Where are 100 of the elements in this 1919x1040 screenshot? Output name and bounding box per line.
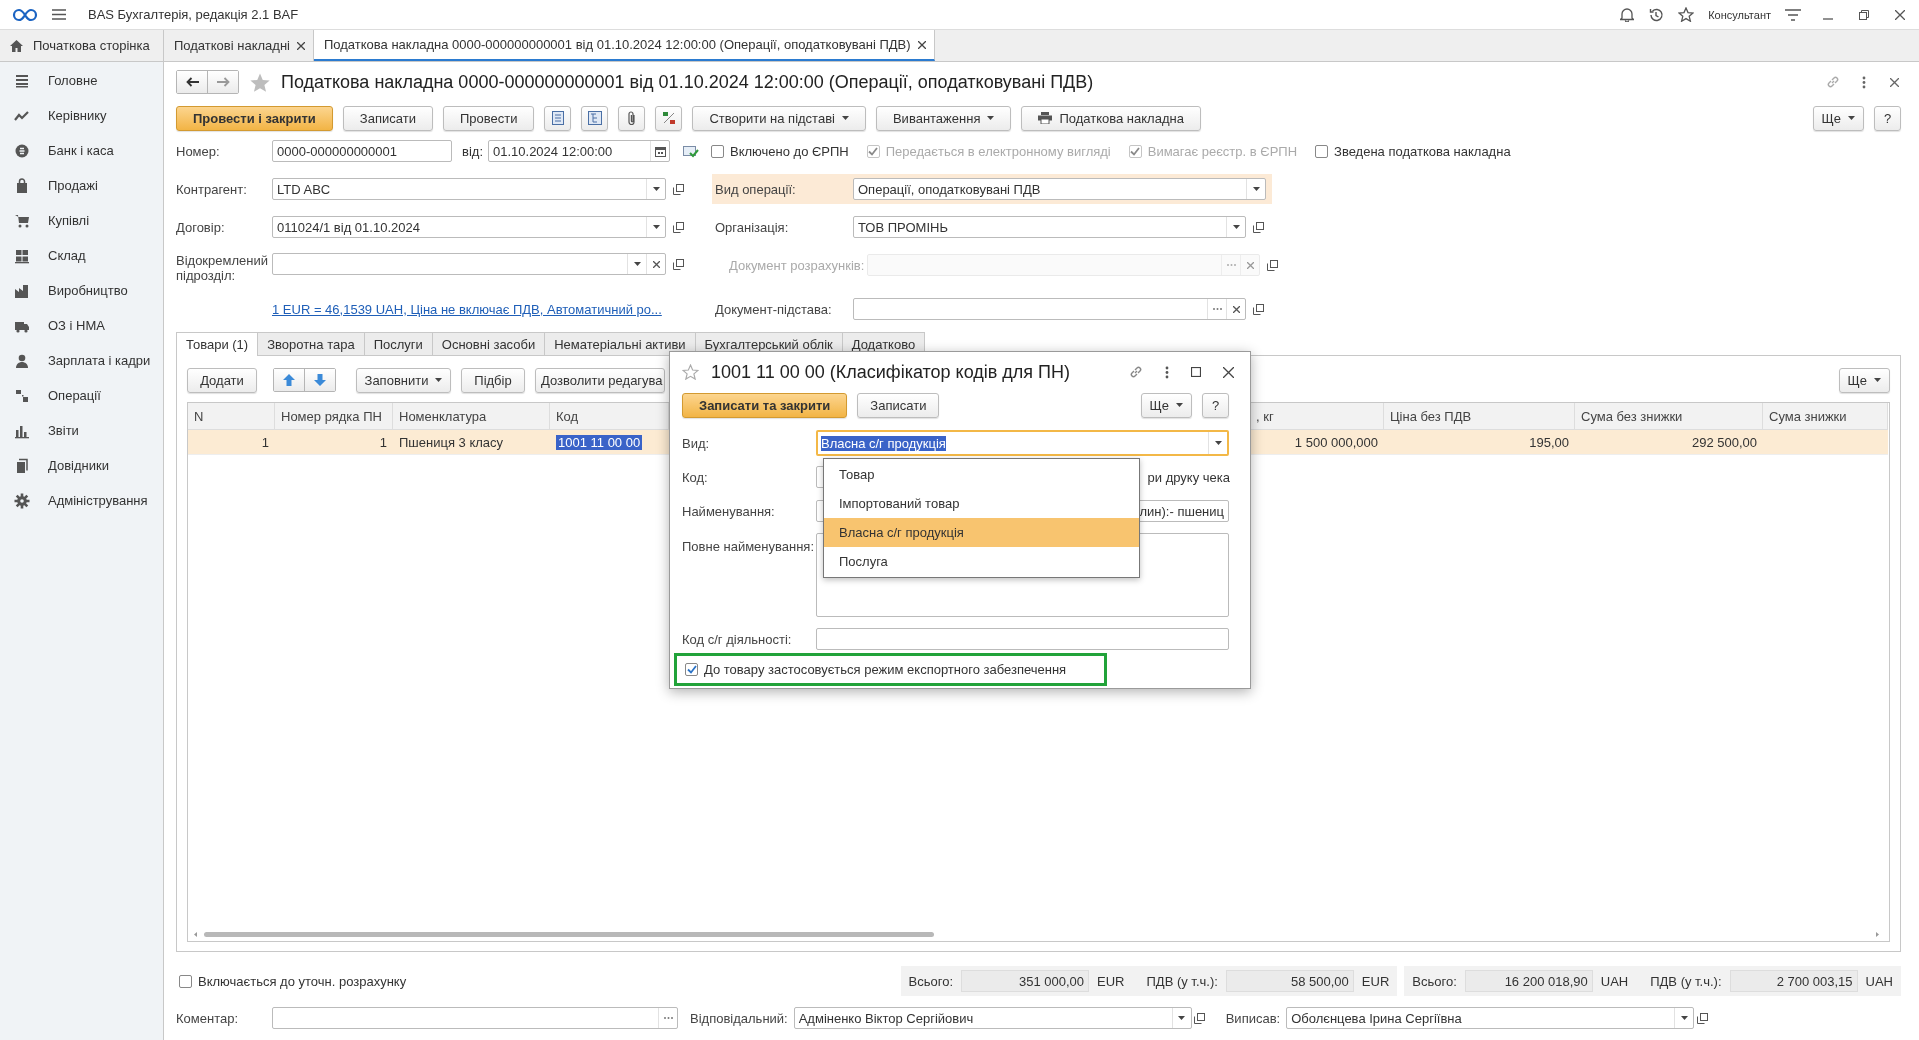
- open-icon[interactable]: [1696, 1012, 1708, 1024]
- input-field[interactable]: LTD ABC: [272, 178, 666, 200]
- settings-icon[interactable]: [1785, 8, 1801, 21]
- checkbox[interactable]: [711, 144, 724, 158]
- input-field[interactable]: 011024/1 від 01.10.2024: [272, 216, 666, 238]
- restore-icon[interactable]: [1859, 9, 1869, 20]
- column-header[interactable]: Сума знижки: [1763, 403, 1888, 430]
- toolbar-button[interactable]: Записати: [342, 105, 433, 131]
- input-field[interactable]: Операції, оподатковувані ПДВ: [853, 178, 1266, 200]
- input-field[interactable]: Оболєнцева Ірина Сергіївна: [1286, 1007, 1695, 1029]
- logo-icon[interactable]: [12, 7, 38, 22]
- toolbar-button[interactable]: Дозволити редагува: [535, 367, 665, 393]
- sidebar-item[interactable]: Звіти: [0, 413, 163, 448]
- input-field[interactable]: ТОВ ПРОМІНЬ: [853, 216, 1246, 238]
- sidebar-item[interactable]: ОЗ і НМА: [0, 308, 163, 343]
- sidebar-item[interactable]: Довідники: [0, 448, 163, 483]
- tab[interactable]: Основні засоби: [431, 332, 546, 355]
- open-icon[interactable]: [672, 221, 684, 233]
- star-icon[interactable]: [1678, 7, 1695, 22]
- window-tab[interactable]: Початкова сторінка: [0, 30, 164, 61]
- save-button[interactable]: Записати: [857, 392, 940, 418]
- caret-icon[interactable]: [652, 187, 660, 191]
- caret-icon[interactable]: [987, 116, 995, 120]
- input-field[interactable]: [853, 298, 1246, 320]
- caret-icon[interactable]: [1232, 225, 1240, 229]
- checked-document-icon[interactable]: [683, 144, 699, 158]
- window-tab[interactable]: Податкові накладні: [164, 30, 314, 61]
- input-field[interactable]: Адміненко Віктор Сергійович: [793, 1007, 1192, 1029]
- caret-icon[interactable]: [1178, 1016, 1186, 1020]
- close-icon[interactable]: [1890, 77, 1899, 87]
- caret-icon[interactable]: [1848, 116, 1855, 120]
- dropdown-option[interactable]: Імпортований товар: [824, 489, 1139, 518]
- caret-icon[interactable]: [841, 116, 849, 120]
- caret-icon[interactable]: [1176, 403, 1183, 407]
- user-name[interactable]: Консультант: [1708, 8, 1771, 21]
- open-icon[interactable]: [1252, 303, 1264, 315]
- calendar-icon[interactable]: [654, 145, 666, 157]
- back-button[interactable]: [177, 71, 207, 93]
- sidebar-item[interactable]: Головне: [0, 63, 163, 98]
- clear-icon[interactable]: [1232, 305, 1240, 313]
- input-field[interactable]: [272, 1007, 678, 1029]
- bell-icon[interactable]: [1620, 7, 1635, 22]
- caret-icon[interactable]: [1214, 441, 1222, 445]
- checkbox[interactable]: [685, 663, 698, 676]
- tab[interactable]: Зворотна тара: [257, 332, 365, 355]
- open-icon[interactable]: [1252, 221, 1264, 233]
- input-field[interactable]: 0000-000000000001: [272, 140, 452, 162]
- move-up-button[interactable]: [274, 369, 304, 391]
- sidebar-item[interactable]: Зарплата і кадри: [0, 343, 163, 378]
- caret-icon[interactable]: [435, 378, 443, 382]
- star-icon[interactable]: [682, 364, 699, 380]
- input-field[interactable]: [816, 628, 1229, 650]
- checkbox[interactable]: [1315, 144, 1329, 158]
- sidebar-item[interactable]: Продажі: [0, 168, 163, 203]
- input-field[interactable]: [272, 253, 666, 275]
- more-icon[interactable]: [1862, 75, 1866, 89]
- toolbar-button[interactable]: [544, 105, 572, 131]
- column-header[interactable]: Номер рядка ПН: [275, 403, 393, 430]
- save-close-button[interactable]: Записати та закрити: [682, 392, 848, 418]
- close-icon[interactable]: [917, 40, 926, 49]
- tab[interactable]: Послуги: [363, 332, 433, 355]
- caret-icon[interactable]: [1252, 187, 1260, 191]
- link-icon[interactable]: [1129, 365, 1143, 379]
- dropdown-option[interactable]: Товар: [824, 460, 1139, 489]
- post-close-button[interactable]: Провести і закрити: [176, 105, 333, 131]
- sidebar-item[interactable]: Купівлі: [0, 203, 163, 238]
- column-header[interactable]: Номенклатура: [393, 403, 550, 430]
- caret-icon[interactable]: [1874, 378, 1881, 382]
- caret-icon[interactable]: [633, 262, 641, 266]
- checkbox[interactable]: [179, 974, 192, 988]
- close-icon[interactable]: [1223, 366, 1234, 378]
- horizontal-scrollbar[interactable]: [192, 929, 1882, 939]
- input-field[interactable]: 01.10.2024 12:00:00: [488, 140, 670, 162]
- tab[interactable]: Нематеріальні активи: [544, 332, 696, 355]
- dropdown-option[interactable]: Власна с/г продукція: [824, 518, 1139, 547]
- menu-button[interactable]: Створити на підставі: [692, 105, 866, 131]
- sidebar-item[interactable]: Адміністрування: [0, 483, 163, 518]
- caret-icon[interactable]: [1680, 1016, 1688, 1020]
- help-button[interactable]: ?: [1202, 392, 1229, 418]
- caret-icon[interactable]: [652, 225, 660, 229]
- more-button[interactable]: Ще: [1838, 367, 1890, 393]
- exchange-rate-link[interactable]: 1 EUR = 46,1539 UAH, Ціна не включає ПДВ, Автоматичний ро...: [272, 301, 662, 317]
- window-tab[interactable]: Податкова накладна 0000-000000000001 від 01.10.2024 12:00:00 (Операції, оподатковувані ПДВ): [313, 30, 935, 61]
- toolbar-button[interactable]: [618, 105, 646, 131]
- column-header[interactable]: Код: [550, 403, 669, 430]
- column-header[interactable]: , кг: [1250, 403, 1384, 430]
- maximize-icon[interactable]: [1191, 367, 1201, 377]
- toolbar-button[interactable]: [655, 105, 683, 131]
- column-header[interactable]: N: [188, 403, 275, 430]
- more-button[interactable]: Ще: [1140, 392, 1192, 418]
- toolbar-button[interactable]: Підбір: [461, 367, 525, 393]
- input-field[interactable]: Власна с/г продукція: [816, 430, 1229, 456]
- menu-button[interactable]: Заповнити: [356, 367, 451, 393]
- sidebar-item[interactable]: Банк і каса: [0, 133, 163, 168]
- history-icon[interactable]: [1648, 6, 1665, 23]
- dropdown-option[interactable]: Послуга: [824, 547, 1139, 576]
- column-header[interactable]: Сума без знижки: [1575, 403, 1763, 430]
- open-icon[interactable]: [1194, 1012, 1206, 1024]
- tab[interactable]: Товари (1): [176, 332, 259, 356]
- menu-icon[interactable]: [52, 9, 66, 20]
